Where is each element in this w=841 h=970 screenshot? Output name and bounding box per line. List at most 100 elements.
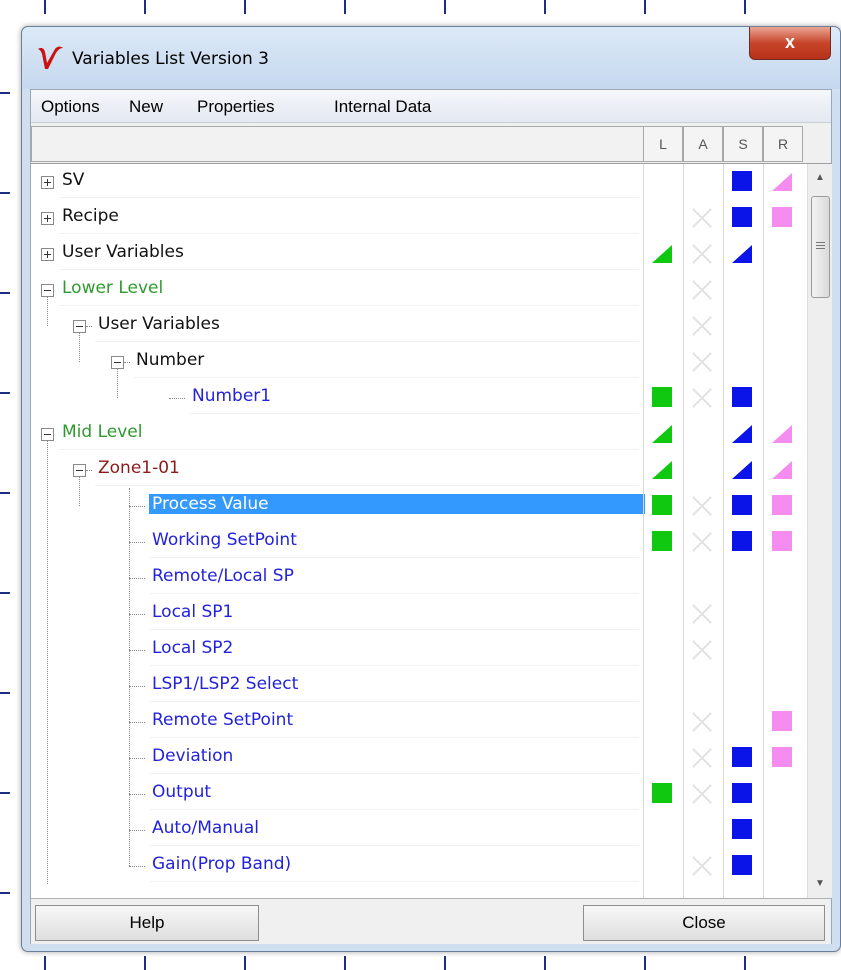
status-cell-a[interactable] (683, 308, 721, 344)
header-col-r[interactable]: R (763, 126, 803, 162)
status-cell-s[interactable] (723, 200, 761, 236)
status-cell-r[interactable] (763, 524, 801, 560)
status-cell-s[interactable] (723, 668, 761, 704)
status-cell-a[interactable] (683, 488, 721, 524)
status-cell-l[interactable] (643, 416, 681, 452)
expand-plus-icon[interactable] (41, 212, 54, 225)
tree-item-label[interactable]: Remote/Local SP (149, 566, 297, 586)
tree-item-label[interactable]: Mid Level (59, 422, 145, 442)
status-cell-r[interactable] (763, 560, 801, 596)
expand-plus-icon[interactable] (41, 176, 54, 189)
status-cell-l[interactable] (643, 200, 681, 236)
status-cell-s[interactable] (723, 344, 761, 380)
tree-row[interactable]: Local SP2 (31, 632, 807, 668)
status-cell-l[interactable] (643, 344, 681, 380)
status-cell-r[interactable] (763, 272, 801, 308)
tree-item-label[interactable]: SV (59, 170, 87, 190)
close-button[interactable]: Close (583, 905, 825, 941)
status-cell-s[interactable] (723, 488, 761, 524)
tree-item-label[interactable]: Lower Level (59, 278, 166, 298)
status-cell-a[interactable] (683, 632, 721, 668)
status-cell-r[interactable] (763, 452, 801, 488)
tree-row[interactable]: Remote/Local SP (31, 560, 807, 596)
status-cell-a[interactable] (683, 596, 721, 632)
tree-row[interactable]: Number (31, 344, 807, 380)
tree-row[interactable]: Gain(Prop Band) (31, 848, 807, 884)
tree-row[interactable]: Output (31, 776, 807, 812)
status-cell-r[interactable] (763, 488, 801, 524)
status-cell-a[interactable] (683, 740, 721, 776)
tree-row[interactable]: Mid Level (31, 416, 807, 452)
status-cell-l[interactable] (643, 596, 681, 632)
status-cell-s[interactable] (723, 308, 761, 344)
tree-row[interactable]: Remote SetPoint (31, 704, 807, 740)
tree-item-label[interactable]: Recipe (59, 206, 122, 226)
header-col-a[interactable]: A (683, 126, 723, 162)
status-cell-r[interactable] (763, 776, 801, 812)
status-cell-s[interactable] (723, 632, 761, 668)
status-cell-r[interactable] (763, 812, 801, 848)
status-cell-a[interactable] (683, 848, 721, 884)
window-close-button[interactable]: x (749, 27, 831, 60)
tree-row[interactable]: Number1 (31, 380, 807, 416)
status-cell-s[interactable] (723, 164, 761, 200)
status-cell-a[interactable] (683, 344, 721, 380)
menu-options[interactable]: Options (41, 97, 100, 117)
status-cell-r[interactable] (763, 200, 801, 236)
menu-properties[interactable]: Properties (197, 97, 274, 117)
menu-internal-data[interactable]: Internal Data (334, 97, 431, 117)
status-cell-s[interactable] (723, 416, 761, 452)
tree-item-label[interactable]: Gain(Prop Band) (149, 854, 294, 874)
tree-row[interactable]: Process Value (31, 488, 807, 524)
status-cell-a[interactable] (683, 668, 721, 704)
status-cell-s[interactable] (723, 812, 761, 848)
menu-new[interactable]: New (129, 97, 163, 117)
status-cell-s[interactable] (723, 272, 761, 308)
help-button[interactable]: Help (35, 905, 259, 941)
status-cell-l[interactable] (643, 776, 681, 812)
status-cell-l[interactable] (643, 848, 681, 884)
status-cell-a[interactable] (683, 236, 721, 272)
tree-item-label[interactable]: Remote SetPoint (149, 710, 296, 730)
status-cell-r[interactable] (763, 416, 801, 452)
status-cell-l[interactable] (643, 740, 681, 776)
title-bar[interactable]: Variables List Version 3 x (22, 27, 840, 89)
status-cell-a[interactable] (683, 416, 721, 452)
expand-plus-icon[interactable] (41, 248, 54, 261)
tree-item-label[interactable]: Number (133, 350, 207, 370)
tree-row[interactable]: Lower Level (31, 272, 807, 308)
tree-row[interactable]: Working SetPoint (31, 524, 807, 560)
tree-row[interactable]: Local SP1 (31, 596, 807, 632)
status-cell-r[interactable] (763, 740, 801, 776)
status-cell-a[interactable] (683, 704, 721, 740)
tree-item-label[interactable]: Working SetPoint (149, 530, 300, 550)
tree-item-label[interactable]: User Variables (59, 242, 187, 262)
status-cell-l[interactable] (643, 488, 681, 524)
status-cell-l[interactable] (643, 452, 681, 488)
tree-row[interactable]: User Variables (31, 236, 807, 272)
status-cell-s[interactable] (723, 740, 761, 776)
status-cell-l[interactable] (643, 272, 681, 308)
tree-item-label[interactable]: Local SP1 (149, 602, 236, 622)
tree-item-label[interactable]: Auto/Manual (149, 818, 262, 838)
tree-row[interactable]: SV (31, 164, 807, 200)
status-cell-a[interactable] (683, 164, 721, 200)
status-cell-r[interactable] (763, 380, 801, 416)
status-cell-l[interactable] (643, 668, 681, 704)
tree-item-label[interactable]: Local SP2 (149, 638, 236, 658)
header-col-l[interactable]: L (643, 126, 683, 162)
status-cell-r[interactable] (763, 344, 801, 380)
header-name-column[interactable] (31, 126, 644, 162)
status-cell-a[interactable] (683, 524, 721, 560)
status-cell-a[interactable] (683, 200, 721, 236)
status-cell-a[interactable] (683, 452, 721, 488)
status-cell-l[interactable] (643, 812, 681, 848)
tree-row[interactable]: User Variables (31, 308, 807, 344)
tree-item-label[interactable]: Process Value (149, 494, 645, 514)
scroll-up-arrow-icon[interactable]: ▲ (808, 166, 832, 190)
status-cell-s[interactable] (723, 236, 761, 272)
status-cell-s[interactable] (723, 560, 761, 596)
tree-row[interactable]: Recipe (31, 200, 807, 236)
status-cell-s[interactable] (723, 776, 761, 812)
status-cell-a[interactable] (683, 776, 721, 812)
